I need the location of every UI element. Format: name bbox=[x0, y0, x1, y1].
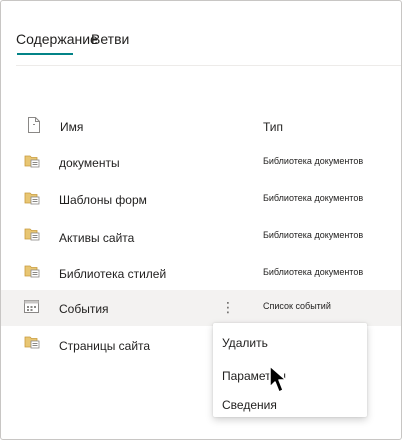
item-name[interactable]: Страницы сайта bbox=[59, 339, 150, 353]
item-type: Список событий bbox=[263, 301, 331, 311]
document-library-icon bbox=[24, 191, 40, 205]
document-library-icon bbox=[24, 154, 40, 168]
item-type: Библиотека документов bbox=[263, 230, 364, 240]
item-name[interactable]: Шаблоны форм bbox=[59, 193, 147, 207]
item-type: Библиотека документов bbox=[263, 156, 364, 166]
tab-contents[interactable]: Содержание bbox=[16, 31, 98, 47]
menu-item-details[interactable]: Сведения bbox=[222, 398, 277, 412]
table-row[interactable]: События ⋮ Список событий bbox=[1, 290, 401, 326]
table-row[interactable]: Активы сайта Библиотека документов bbox=[1, 219, 401, 255]
menu-item-delete[interactable]: Удалить bbox=[222, 336, 268, 350]
document-library-icon bbox=[24, 264, 40, 278]
mouse-cursor-icon bbox=[269, 365, 289, 395]
item-name[interactable]: Активы сайта bbox=[59, 231, 134, 245]
column-header-type[interactable]: Тип bbox=[263, 120, 283, 134]
divider bbox=[16, 65, 401, 66]
item-type: Библиотека документов bbox=[263, 267, 364, 277]
tab-subsites[interactable]: Ветви bbox=[91, 31, 129, 47]
context-menu: Удалить Параметры Сведения bbox=[213, 323, 367, 417]
column-header-name[interactable]: Имя bbox=[60, 120, 83, 134]
table-header: Имя Тип bbox=[1, 111, 401, 141]
file-icon[interactable] bbox=[27, 117, 41, 138]
document-library-icon bbox=[24, 335, 40, 349]
document-library-icon bbox=[24, 227, 40, 241]
more-options-icon[interactable]: ⋮ bbox=[221, 300, 235, 316]
item-type: Библиотека документов bbox=[263, 193, 364, 203]
active-tab-indicator bbox=[17, 53, 73, 55]
site-contents-panel: Содержание Ветви Имя Тип документы Библи… bbox=[0, 0, 402, 440]
item-name[interactable]: документы bbox=[59, 156, 120, 170]
item-name[interactable]: Библиотека стилей bbox=[59, 267, 166, 281]
table-row[interactable]: Библиотека стилей Библиотека документов bbox=[1, 255, 401, 291]
table-row[interactable]: документы Библиотека документов bbox=[1, 144, 401, 180]
calendar-icon bbox=[24, 300, 40, 314]
table-row[interactable]: Шаблоны форм Библиотека документов bbox=[1, 181, 401, 217]
item-name[interactable]: События bbox=[59, 302, 109, 316]
